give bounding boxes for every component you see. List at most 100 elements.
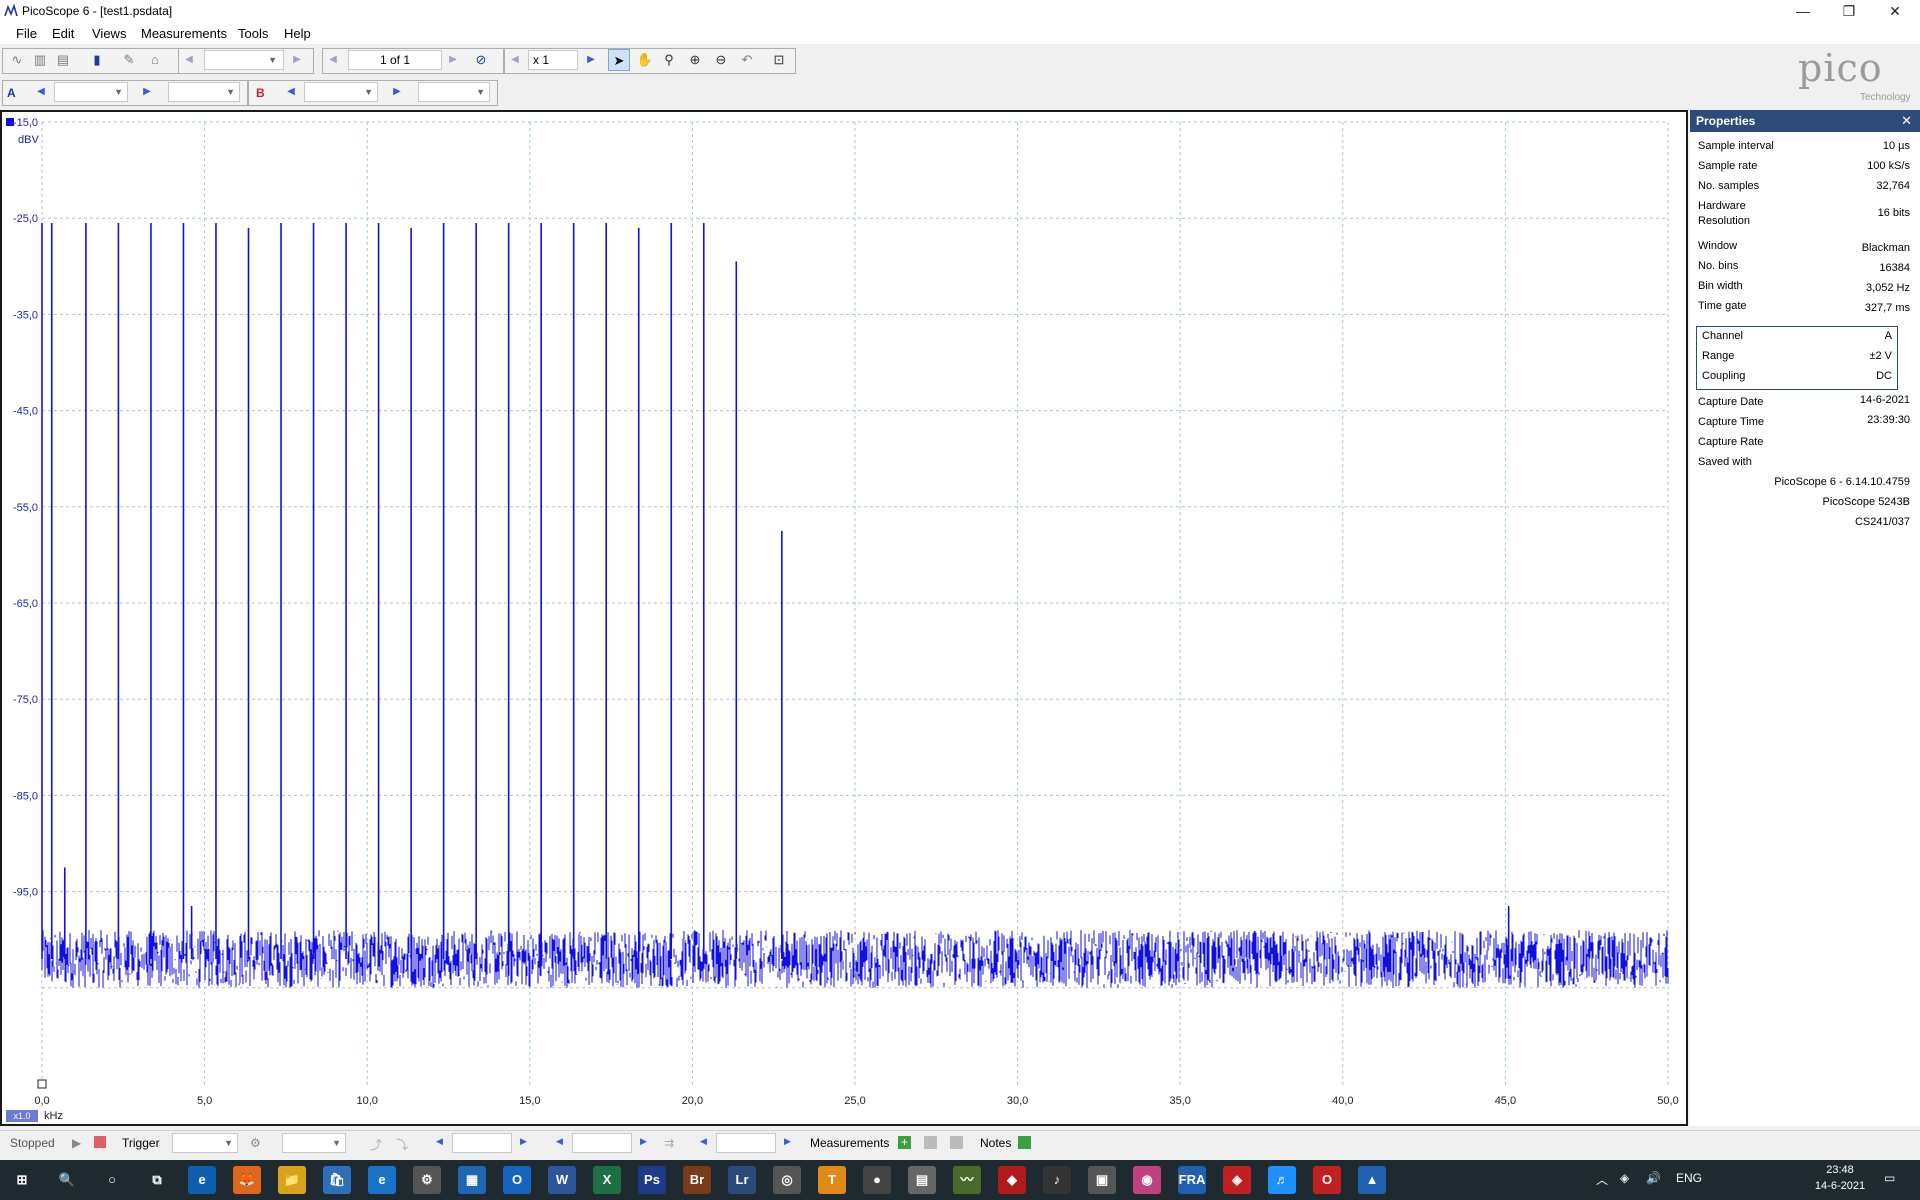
taskbar-app-icon[interactable]: ⧉ [143, 1166, 171, 1194]
properties-close-icon[interactable]: ✕ [1901, 113, 1912, 129]
pretrigger-field[interactable] [572, 1133, 632, 1153]
trigger-settings-icon[interactable]: ⚙ [250, 1136, 261, 1150]
pretrigger-next-icon[interactable]: ▶ [640, 1136, 647, 1147]
menu-edit[interactable]: Edit [52, 26, 74, 41]
zoom-area-icon[interactable]: ⚲ [658, 49, 680, 71]
hand-tool-icon[interactable]: ✋ [634, 49, 656, 71]
taskbar-app-icon[interactable]: Lr [728, 1166, 756, 1194]
capture-count-select[interactable]: ▼ [204, 50, 284, 70]
clock-date[interactable]: 14-6-2021 [1810, 1180, 1870, 1192]
menu-measurements[interactable]: Measurements [141, 26, 227, 41]
pretrigger-prev-icon[interactable]: ◀ [556, 1136, 563, 1147]
taskbar-app-icon[interactable]: e [368, 1166, 396, 1194]
channel-a-range-prev-icon[interactable]: ◀ [34, 82, 48, 102]
spectrum-view-icon[interactable]: ▮ [86, 49, 108, 71]
taskbar-app-icon[interactable]: ⚙ [413, 1166, 441, 1194]
spectrum-chart[interactable]: -15,0 -25,0 -35,0 -45,0 -55,0 -65,0 -75,0 -85,0… [2, 112, 1686, 1124]
tray-chevron-icon[interactable]: ︿ [1596, 1171, 1608, 1188]
trigger-mode-select[interactable]: ▼ [172, 1133, 238, 1153]
taskbar-app-icon[interactable]: X [593, 1166, 621, 1194]
taskbar-app-icon[interactable]: ○ [98, 1166, 126, 1194]
channel-b-button[interactable]: B [256, 86, 265, 100]
zoom-overview-icon[interactable]: ⊡ [768, 49, 790, 71]
channel-a-range-select[interactable]: ▼ [54, 82, 128, 102]
prev-capture-arrow-icon[interactable]: ◀ [182, 50, 196, 70]
taskbar-app-icon[interactable]: W [548, 1166, 576, 1194]
channel-a-coupling-select[interactable]: ▼ [168, 82, 240, 102]
spectrum-mode-icon[interactable]: ▤ [52, 49, 74, 71]
scope-mode-icon[interactable]: ∿ [6, 49, 28, 71]
channel-b-range-next-icon[interactable]: ▶ [390, 82, 404, 102]
zoom-factor-field[interactable]: x 1 [528, 50, 578, 70]
next-page-arrow-icon[interactable]: ▶ [446, 50, 460, 70]
delay-next-icon[interactable]: ▶ [784, 1136, 791, 1147]
notes-icon[interactable] [1018, 1136, 1031, 1149]
taskbar-app-icon[interactable]: 🛍 [323, 1166, 351, 1194]
rising-edge-icon[interactable]: ⤴ [370, 1136, 382, 1153]
taskbar-app-icon[interactable]: T [818, 1166, 846, 1194]
taskbar-app-icon[interactable]: ● [863, 1166, 891, 1194]
stop-icon[interactable] [94, 1136, 106, 1148]
taskbar-app-icon[interactable]: ♪ [1043, 1166, 1071, 1194]
taskbar-app-icon[interactable]: e [188, 1166, 216, 1194]
taskbar-app-icon[interactable]: ▦ [458, 1166, 486, 1194]
menu-tools[interactable]: Tools [238, 26, 268, 41]
channel-b-range-prev-icon[interactable]: ◀ [284, 82, 298, 102]
prev-page-arrow-icon[interactable]: ◀ [326, 50, 340, 70]
taskbar-app-icon[interactable]: ◆ [998, 1166, 1026, 1194]
next-capture-arrow-icon[interactable]: ▶ [290, 50, 304, 70]
taskbar-app-icon[interactable]: ▲ [1358, 1166, 1386, 1194]
delay-field[interactable] [716, 1133, 776, 1153]
notification-icon[interactable]: ▭ [1884, 1171, 1895, 1185]
falling-edge-icon[interactable]: ⤵ [396, 1136, 408, 1153]
search-icon[interactable]: 🔍 [53, 1166, 81, 1194]
spectrum-view[interactable]: -15,0 -25,0 -35,0 -45,0 -55,0 -65,0 -75,0 -85,0… [0, 110, 1688, 1126]
edit-measurement-icon[interactable] [924, 1136, 937, 1149]
trigger-source-select[interactable]: ▼ [282, 1133, 346, 1153]
keyboard-language[interactable]: ENG [1676, 1171, 1702, 1185]
taskbar-app-icon[interactable]: 〰 [953, 1166, 981, 1194]
taskbar-app-icon[interactable]: ◈ [1223, 1166, 1251, 1194]
delay-prev-icon[interactable]: ◀ [700, 1136, 707, 1147]
menu-help[interactable]: Help [284, 26, 311, 41]
threshold-prev-icon[interactable]: ◀ [436, 1136, 443, 1147]
zoom-prev-arrow-icon[interactable]: ◀ [508, 50, 522, 70]
network-icon[interactable]: ◈ [1620, 1171, 1629, 1185]
taskbar-app-icon[interactable]: FRA [1178, 1166, 1206, 1194]
channel-b-range-select[interactable]: ▼ [304, 82, 378, 102]
channel-a-button[interactable]: A [7, 86, 16, 100]
menu-file[interactable]: File [16, 26, 37, 41]
taskbar-app-icon[interactable]: ◉ [1133, 1166, 1161, 1194]
buffer-navigator-icon[interactable]: ⊘ [470, 49, 492, 71]
add-measurement-icon[interactable]: + [898, 1136, 911, 1149]
maximize-button[interactable]: ❐ [1826, 0, 1872, 22]
persistence-mode-icon[interactable]: ▥ [29, 49, 51, 71]
home-icon[interactable]: ⌂ [144, 49, 166, 71]
taskbar-app-icon[interactable]: 📁 [278, 1166, 306, 1194]
zoom-in-icon[interactable]: ⊕ [684, 49, 706, 71]
taskbar-app-icon[interactable]: O [1313, 1166, 1341, 1194]
clock-time[interactable]: 23:48 [1810, 1164, 1870, 1176]
start-button[interactable]: ⊞ [8, 1166, 36, 1194]
minimize-button[interactable]: — [1780, 0, 1826, 22]
threshold-next-icon[interactable]: ▶ [520, 1136, 527, 1147]
channel-b-coupling-select[interactable]: ▼ [418, 82, 490, 102]
channel-a-range-next-icon[interactable]: ▶ [140, 82, 154, 102]
taskbar-app-icon[interactable]: Br [683, 1166, 711, 1194]
taskbar-app-icon[interactable]: ▣ [1088, 1166, 1116, 1194]
taskbar-app-icon[interactable]: 🦊 [233, 1166, 261, 1194]
delete-measurement-icon[interactable] [950, 1136, 963, 1149]
taskbar-app-icon[interactable]: ♬ [1268, 1166, 1296, 1194]
taskbar-app-icon[interactable]: ▤ [908, 1166, 936, 1194]
menu-views[interactable]: Views [92, 26, 126, 41]
taskbar-app-icon[interactable]: O [503, 1166, 531, 1194]
threshold-field[interactable] [452, 1133, 512, 1153]
delay-icon[interactable]: ⇉ [664, 1136, 674, 1150]
close-button[interactable]: ✕ [1872, 0, 1918, 22]
taskbar-app-icon[interactable]: Ps [638, 1166, 666, 1194]
probe-icon[interactable]: ✎ [118, 49, 140, 71]
zoom-out-icon[interactable]: ⊖ [710, 49, 732, 71]
run-icon[interactable]: ▶ [72, 1136, 81, 1150]
volume-icon[interactable]: 🔊 [1646, 1171, 1661, 1185]
x-scale-badge[interactable]: x1.0 [6, 1110, 38, 1122]
